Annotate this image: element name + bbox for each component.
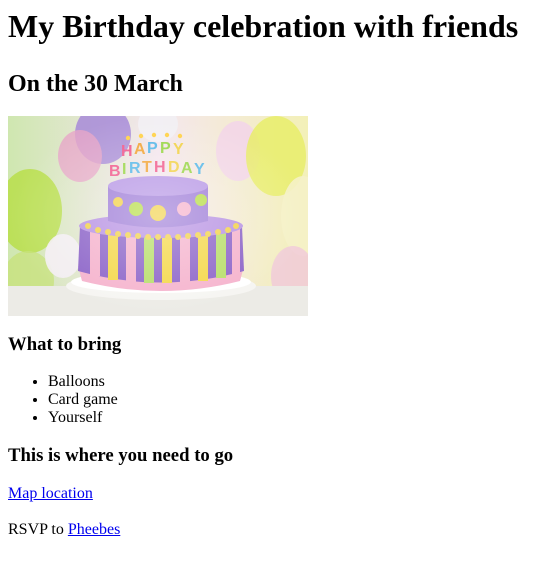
map-location-link[interactable]: Map location: [8, 485, 93, 502]
bring-heading: What to bring: [8, 334, 122, 355]
rsvp-prefix: RSVP to: [8, 521, 64, 538]
map-paragraph: Map location: [8, 485, 528, 503]
list-item: Yourself: [48, 409, 528, 427]
date-heading: On the 30 March: [8, 71, 183, 97]
list-item: Balloons: [48, 373, 528, 391]
birthday-cake-photo: H A P P Y B I R T H D A Y: [8, 116, 308, 316]
rsvp-name-link[interactable]: Pheebes: [68, 521, 120, 538]
page-title: My Birthday celebration with friends: [8, 8, 519, 44]
rsvp-paragraph: RSVP to Pheebes: [8, 521, 528, 539]
bring-list: Balloons Card game Yourself: [8, 373, 528, 427]
location-heading: This is where you need to go: [8, 445, 234, 466]
page: My Birthday celebration with friends On …: [0, 8, 536, 539]
list-item: Card game: [48, 391, 528, 409]
